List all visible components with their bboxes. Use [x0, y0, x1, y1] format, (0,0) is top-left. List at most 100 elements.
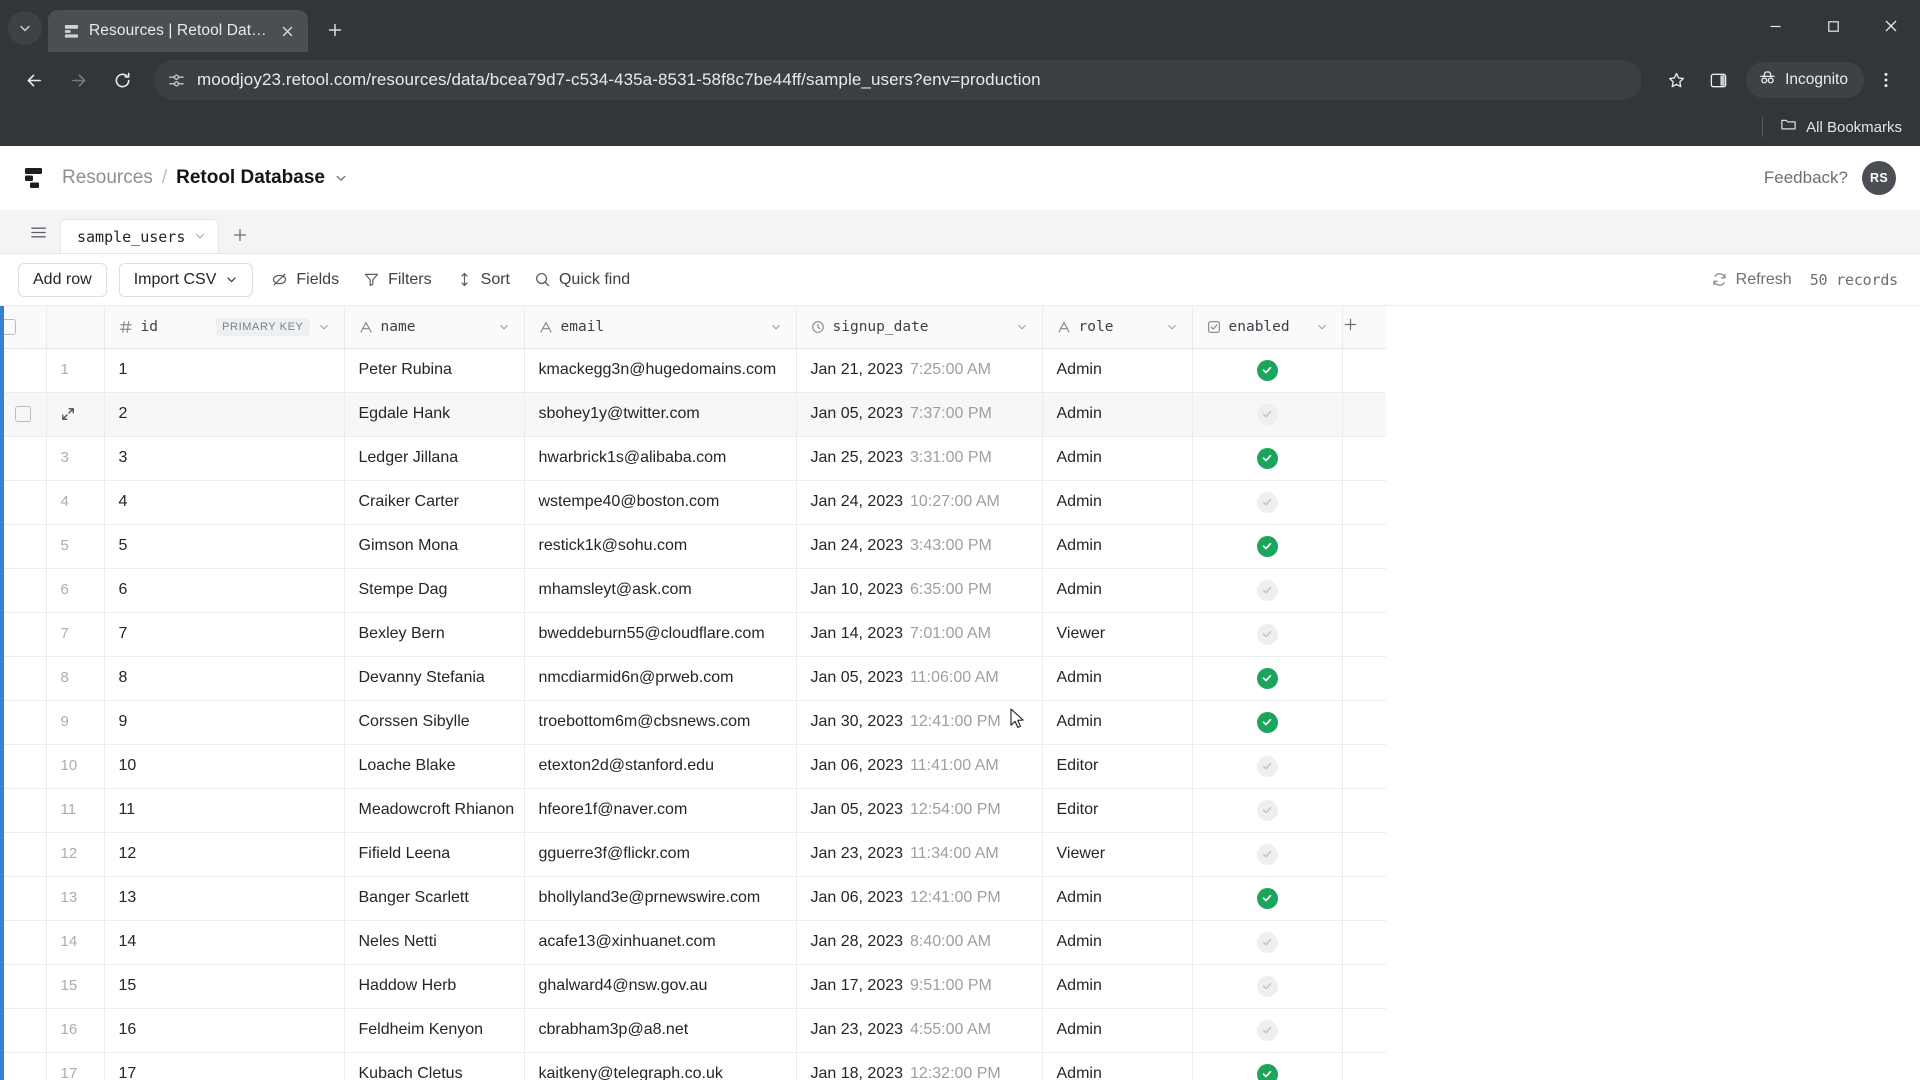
cell-role[interactable]: Admin — [1042, 876, 1193, 921]
cell-email[interactable]: hfeore1f@naver.com — [524, 788, 797, 833]
cell-role[interactable]: Admin — [1042, 480, 1193, 525]
enabled-false-badge[interactable] — [1256, 403, 1278, 425]
row-select-cell[interactable] — [0, 392, 47, 437]
cell-signup-date[interactable]: Jan 21, 2023 7:25:00 AM — [796, 348, 1043, 393]
chevron-down-icon[interactable] — [1166, 321, 1178, 333]
row-select-cell[interactable] — [0, 436, 47, 481]
address-bar[interactable]: moodjoy23.retool.com/resources/data/bcea… — [154, 60, 1643, 100]
cell-name[interactable]: Corssen Sibylle — [344, 700, 525, 745]
sort-button[interactable]: Sort — [450, 263, 516, 297]
column-header-email[interactable]: email — [524, 306, 797, 349]
cell-signup-date[interactable]: Jan 23, 2023 11:34:00 AM — [796, 832, 1043, 877]
cell-enabled[interactable] — [1192, 920, 1343, 965]
cell-name[interactable]: Banger Scarlett — [344, 876, 525, 921]
breadcrumb-current[interactable]: Retool Database — [176, 167, 325, 189]
chevron-down-icon[interactable] — [194, 228, 206, 246]
cell-enabled[interactable] — [1192, 832, 1343, 877]
cell-signup-date[interactable]: Jan 05, 2023 12:54:00 PM — [796, 788, 1043, 833]
cell-id[interactable]: 16 — [104, 1008, 345, 1053]
cell-enabled[interactable] — [1192, 964, 1343, 1009]
column-header-signup-date[interactable]: signup_date — [796, 306, 1043, 349]
row-select-cell[interactable] — [0, 964, 47, 1009]
cell-email[interactable]: ghalward4@nsw.gov.au — [524, 964, 797, 1009]
cell-signup-date[interactable]: Jan 24, 2023 10:27:00 AM — [796, 480, 1043, 525]
cell-id[interactable]: 13 — [104, 876, 345, 921]
fields-button[interactable]: Fields — [265, 263, 345, 297]
cell-email[interactable]: bweddeburn55@cloudflare.com — [524, 612, 797, 657]
chevron-down-icon[interactable] — [770, 321, 782, 333]
cell-email[interactable]: troebottom6m@cbsnews.com — [524, 700, 797, 745]
minimize-window-button[interactable] — [1746, 0, 1804, 52]
cell-role[interactable]: Admin — [1042, 920, 1193, 965]
cell-enabled[interactable] — [1192, 700, 1343, 745]
cell-enabled[interactable] — [1192, 1008, 1343, 1053]
row-select-cell[interactable] — [0, 920, 47, 965]
row-select-cell[interactable] — [0, 1008, 47, 1053]
cell-role[interactable]: Admin — [1042, 524, 1193, 569]
column-header-name[interactable]: name — [344, 306, 525, 349]
enabled-true-badge[interactable] — [1256, 667, 1278, 689]
back-button[interactable] — [14, 60, 54, 100]
table-row[interactable]: 12 12 Fifield Leena gguerre3f@flickr.com Jan… — [0, 832, 1386, 877]
row-select-cell[interactable] — [0, 876, 47, 921]
row-select-cell[interactable] — [0, 1052, 47, 1080]
cell-enabled[interactable] — [1192, 524, 1343, 569]
chevron-down-icon[interactable] — [334, 171, 348, 185]
cell-id[interactable]: 15 — [104, 964, 345, 1009]
cell-role[interactable]: Admin — [1042, 392, 1193, 437]
row-select-cell[interactable] — [0, 480, 47, 525]
cell-name[interactable]: Devanny Stefania — [344, 656, 525, 701]
cell-role[interactable]: Admin — [1042, 436, 1193, 481]
row-select-cell[interactable] — [0, 656, 47, 701]
row-select-cell[interactable] — [0, 568, 47, 613]
enabled-true-badge[interactable] — [1256, 1063, 1278, 1080]
cell-id[interactable]: 14 — [104, 920, 345, 965]
browser-tab[interactable]: Resources | Retool Database — [48, 10, 308, 52]
cell-email[interactable]: mhamsleyt@ask.com — [524, 568, 797, 613]
cell-name[interactable]: Haddow Herb — [344, 964, 525, 1009]
table-row[interactable]: 9 9 Corssen Sibylle troebottom6m@cbsnews.co… — [0, 700, 1386, 745]
breadcrumb-resources[interactable]: Resources — [62, 167, 153, 189]
cell-role[interactable]: Viewer — [1042, 612, 1193, 657]
cell-email[interactable]: acafe13@xinhuanet.com — [524, 920, 797, 965]
cell-signup-date[interactable]: Jan 05, 2023 7:37:00 PM — [796, 392, 1043, 437]
table-row[interactable]: 10 10 Loache Blake etexton2d@stanford.edu Ja… — [0, 744, 1386, 789]
table-row[interactable]: 6 6 Stempe Dag mhamsleyt@ask.com Jan 10, 202… — [0, 568, 1386, 613]
cell-id[interactable]: 2 — [104, 392, 345, 437]
enabled-false-badge[interactable] — [1256, 799, 1278, 821]
chevron-down-icon[interactable] — [1316, 321, 1328, 333]
chevron-down-icon[interactable] — [1016, 321, 1028, 333]
browser-menu-button[interactable] — [1866, 60, 1906, 100]
feedback-link[interactable]: Feedback? — [1764, 168, 1848, 188]
row-select-cell[interactable] — [0, 524, 47, 569]
cell-email[interactable]: sbohey1y@twitter.com — [524, 392, 797, 437]
enabled-false-badge[interactable] — [1256, 755, 1278, 777]
expand-row-icon[interactable] — [61, 407, 75, 421]
row-select-cell[interactable] — [0, 744, 47, 789]
cell-id[interactable]: 9 — [104, 700, 345, 745]
table-row[interactable]: 7 7 Bexley Bern bweddeburn55@cloudflare.com… — [0, 612, 1386, 657]
table-row[interactable]: 5 5 Gimson Mona restick1k@sohu.com Jan 24, 2… — [0, 524, 1386, 569]
cell-id[interactable]: 6 — [104, 568, 345, 613]
import-csv-button[interactable]: Import CSV — [118, 262, 254, 297]
enabled-false-badge[interactable] — [1256, 623, 1278, 645]
cell-role[interactable]: Admin — [1042, 1008, 1193, 1053]
cell-email[interactable]: hwarbrick1s@alibaba.com — [524, 436, 797, 481]
cell-signup-date[interactable]: Jan 06, 2023 12:41:00 PM — [796, 876, 1043, 921]
cell-id[interactable]: 3 — [104, 436, 345, 481]
cell-signup-date[interactable]: Jan 17, 2023 9:51:00 PM — [796, 964, 1043, 1009]
cell-id[interactable]: 7 — [104, 612, 345, 657]
cell-name[interactable]: Meadowcroft Rhianon — [344, 788, 525, 833]
add-column-button[interactable] — [1342, 306, 1386, 349]
table-row[interactable]: 11 11 Meadowcroft Rhianon hfeore1f@naver.co… — [0, 788, 1386, 833]
add-sheet-button[interactable] — [225, 220, 255, 250]
forward-button[interactable] — [58, 60, 98, 100]
cell-name[interactable]: Loache Blake — [344, 744, 525, 789]
enabled-false-badge[interactable] — [1256, 931, 1278, 953]
cell-name[interactable]: Egdale Hank — [344, 392, 525, 437]
cell-role[interactable]: Admin — [1042, 964, 1193, 1009]
enabled-false-badge[interactable] — [1256, 1019, 1278, 1041]
chevron-down-icon[interactable] — [318, 321, 330, 333]
cell-enabled[interactable] — [1192, 480, 1343, 525]
cell-name[interactable]: Peter Rubina — [344, 348, 525, 393]
